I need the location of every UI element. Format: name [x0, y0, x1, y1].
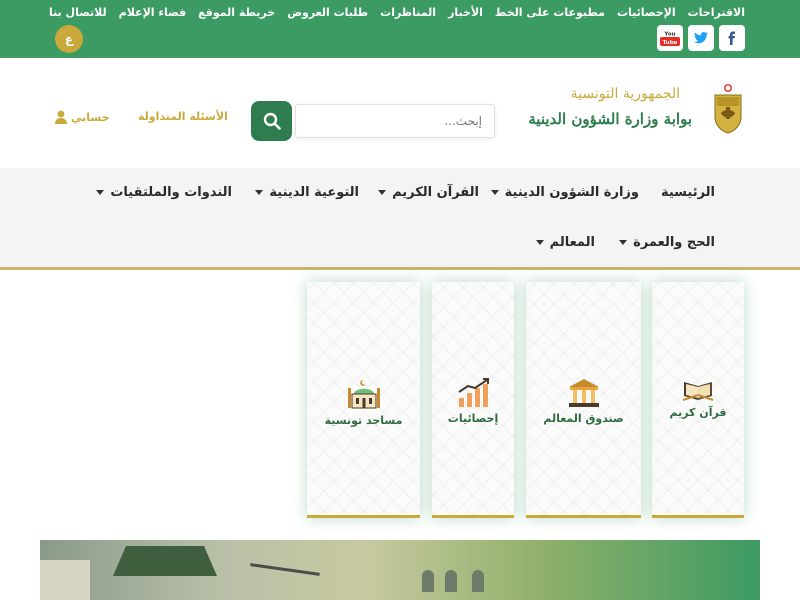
nav-item-label: القرآن الكريم	[392, 185, 479, 200]
card-tunisian-mosques[interactable]: مساجد تونسية	[307, 282, 420, 518]
card-content: مساجد تونسية	[307, 378, 420, 427]
user-icon	[55, 110, 67, 124]
banner-building	[40, 560, 90, 600]
search-box	[295, 104, 495, 138]
chevron-down-icon	[378, 190, 387, 195]
card-label: صندوق المعالم	[543, 412, 624, 425]
nav-item-label: الحج والعمرة	[633, 235, 715, 250]
quran-book-icon	[682, 382, 714, 401]
top-link-contact[interactable]: للاتصال بنا	[49, 6, 107, 19]
banner-window	[472, 570, 484, 592]
top-link-suggestions[interactable]: الاقتراحات	[688, 6, 745, 19]
card-content: إحصائيات	[432, 378, 514, 425]
top-bar: الاقتراحات الإحصائيات مطبوعات على الخط ا…	[0, 0, 800, 58]
language-switch-button[interactable]: ع	[55, 25, 83, 53]
chevron-down-icon	[490, 190, 499, 195]
banner-roof	[113, 546, 217, 576]
search-icon	[263, 112, 281, 130]
banner-window	[422, 570, 434, 592]
svg-text:Tube: Tube	[663, 40, 678, 46]
monument-columns-icon	[568, 379, 599, 407]
top-links: الاقتراحات الإحصائيات مطبوعات على الخط ا…	[49, 6, 745, 19]
account-link[interactable]: حسابي	[55, 110, 110, 124]
nav-item-ministry[interactable]: وزارة الشؤون الدينية	[490, 185, 639, 200]
twitter-button[interactable]	[688, 25, 714, 51]
top-link-statistics[interactable]: الإحصائيات	[617, 6, 676, 19]
nav-item-religious-awareness[interactable]: التوعية الدينية	[255, 185, 359, 200]
brand-title[interactable]: بوابة وزارة الشؤون الدينية	[528, 110, 692, 128]
card-monuments-fund[interactable]: صندوق المعالم	[526, 282, 641, 518]
card-content: صندوق المعالم	[526, 378, 641, 425]
nav-item-label: المعالم	[549, 235, 595, 250]
svg-text:You: You	[663, 32, 675, 38]
chevron-down-icon	[535, 240, 544, 245]
top-link-news[interactable]: الأخبار	[448, 6, 483, 19]
tunisia-emblem-icon	[714, 84, 742, 134]
search-button[interactable]	[251, 101, 292, 141]
main-navigation: الرئيسية وزارة الشؤون الدينية القرآن الك…	[0, 168, 800, 270]
nav-item-label: الندوات والملتقيات	[110, 185, 232, 200]
card-statistics[interactable]: إحصائيات	[432, 282, 514, 518]
card-label: مساجد تونسية	[324, 414, 403, 427]
youtube-icon: You Tube	[660, 32, 680, 46]
social-links: You Tube	[657, 25, 745, 51]
top-link-sitemap[interactable]: خريطة الموقع	[198, 6, 275, 19]
top-link-tenders[interactable]: طلبات العروض	[287, 6, 368, 19]
chevron-down-icon	[255, 190, 264, 195]
banner-window	[445, 570, 457, 592]
nav-item-label: التوعية الدينية	[269, 185, 359, 200]
nav-item-label: وزارة الشؤون الدينية	[504, 185, 639, 200]
site-header: الجمهورية التونسية بوابة وزارة الشؤون ال…	[0, 58, 800, 168]
search-input[interactable]	[296, 105, 494, 137]
chevron-down-icon	[96, 190, 105, 195]
card-quran[interactable]: قرآن كريم	[652, 282, 744, 518]
nav-item-monuments[interactable]: المعالم	[535, 235, 595, 250]
nav-item-home[interactable]: الرئيسية	[661, 185, 715, 200]
top-link-online-forms[interactable]: مطبوعات على الخط	[495, 6, 605, 19]
top-link-competitions[interactable]: المناظرات	[380, 6, 436, 19]
bar-chart-icon	[458, 378, 489, 407]
card-content: قرآن كريم	[652, 378, 744, 419]
brand-subtitle: الجمهورية التونسية	[570, 86, 680, 102]
faq-link[interactable]: الأسئلة المتداولة	[138, 110, 228, 123]
chevron-down-icon	[619, 240, 628, 245]
facebook-icon	[728, 31, 735, 45]
nav-item-label: الرئيسية	[660, 185, 715, 200]
youtube-button[interactable]: You Tube	[657, 25, 683, 51]
card-label: قرآن كريم	[669, 406, 727, 419]
nav-item-seminars[interactable]: الندوات والملتقيات	[96, 185, 232, 200]
card-label: إحصائيات	[447, 412, 499, 425]
banner-street-lamp	[250, 563, 320, 576]
facebook-button[interactable]	[719, 25, 745, 51]
twitter-icon	[694, 32, 708, 44]
mosque-icon	[347, 379, 380, 409]
nav-item-hajj[interactable]: الحج والعمرة	[619, 235, 715, 250]
top-link-media[interactable]: فضاء الإعلام	[119, 6, 187, 19]
hero-banner-image	[40, 540, 760, 600]
account-label: حسابي	[71, 110, 110, 124]
nav-item-quran[interactable]: القرآن الكريم	[378, 185, 479, 200]
